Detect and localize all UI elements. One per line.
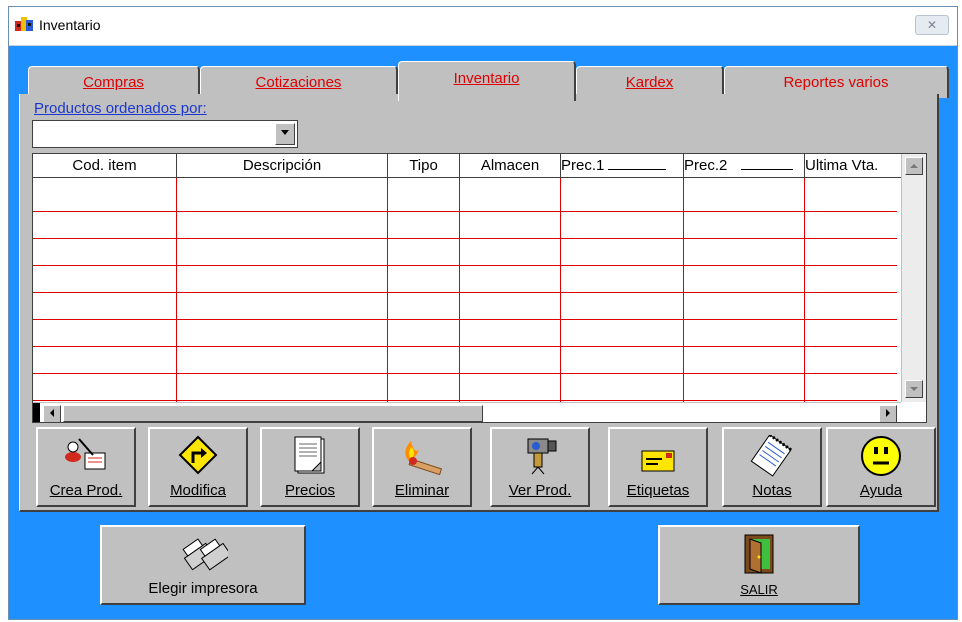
horizontal-scrollbar[interactable] (33, 402, 901, 422)
exit-door-icon (744, 534, 774, 574)
vertical-scrollbar[interactable] (901, 154, 926, 402)
sort-label: Productos ordenados por: (34, 100, 207, 117)
scroll-right-button[interactable] (879, 405, 897, 422)
scroll-up-button[interactable] (905, 157, 923, 175)
app-icon (15, 17, 33, 31)
turn-sign-icon (178, 435, 218, 475)
grid-line (33, 238, 897, 239)
button-label: Elegir impresora (148, 580, 258, 597)
column-header-descripcion[interactable]: Descripción (177, 154, 388, 178)
scroll-down-button[interactable] (905, 380, 923, 398)
grid-line (33, 346, 897, 347)
tab-label: Compras (83, 74, 144, 91)
window-title: Inventario (39, 17, 101, 33)
button-label: Ayuda (859, 482, 903, 499)
products-grid[interactable]: Cod. item Descripción Tipo Almacen Prec.… (32, 153, 927, 423)
tab-label: Kardex (625, 74, 674, 91)
column-header-ultima-vta[interactable]: Ultima Vta. (805, 154, 903, 178)
header-underline (608, 155, 667, 170)
column-header-cod-item[interactable]: Cod. item (33, 154, 177, 178)
column-header-tipo[interactable]: Tipo (388, 154, 460, 178)
column-header-prec2[interactable]: Prec.2 (684, 154, 805, 178)
grid-line (33, 211, 897, 212)
notas-button[interactable]: Notas (722, 427, 822, 507)
row-indicator (33, 403, 40, 422)
button-label: Eliminar (394, 482, 450, 499)
grid-line (33, 400, 897, 401)
sort-select[interactable] (32, 120, 298, 148)
tab-inventario[interactable]: Inventario (398, 61, 576, 101)
button-label: Etiquetas (626, 482, 690, 499)
tab-label: Cotizaciones (255, 74, 342, 91)
button-label: Precios (284, 482, 336, 499)
tab-label: Reportes varios (783, 74, 889, 91)
close-icon: ✕ (926, 18, 938, 32)
elegir-impresora-button[interactable]: Elegir impresora (100, 525, 306, 605)
button-label: Crea Prod. (49, 482, 123, 499)
grid-line (33, 265, 897, 266)
modifica-button[interactable]: Modifica (148, 427, 248, 507)
button-label: Modifica (170, 482, 226, 499)
etiquetas-button[interactable]: Etiquetas (608, 427, 708, 507)
ver-prod-button[interactable]: Ver Prod. (490, 427, 590, 507)
camera-icon (527, 438, 557, 475)
header-text: Prec.2 (684, 157, 728, 174)
printer-icon (182, 538, 228, 571)
salir-button[interactable]: SALIR (658, 525, 860, 605)
desktop-edge (0, 0, 8, 622)
grid-line (33, 373, 897, 374)
dropdown-button[interactable] (275, 123, 295, 145)
column-header-prec1[interactable]: Prec.1 (561, 154, 684, 178)
envelope-icon (641, 450, 675, 472)
button-label: Ver Prod. (508, 482, 572, 499)
eliminar-button[interactable]: Eliminar (372, 427, 472, 507)
match-fire-icon (405, 441, 443, 475)
header-underline (741, 155, 794, 170)
button-label: Notas (752, 482, 792, 499)
arrow-right-icon (886, 409, 890, 417)
arrow-down-icon (910, 387, 918, 391)
tab-label: Inventario (453, 70, 520, 87)
grid-line (33, 319, 897, 320)
notepad-icon (750, 435, 792, 477)
user-pen-icon (65, 438, 106, 470)
ayuda-button[interactable]: Ayuda (826, 427, 936, 507)
scroll-left-button[interactable] (43, 405, 61, 422)
scroll-thumb[interactable] (63, 405, 483, 422)
column-header-almacen[interactable]: Almacen (460, 154, 561, 178)
title-bar[interactable]: Inventario ✕ (9, 7, 957, 46)
precios-button[interactable]: Precios (260, 427, 360, 507)
smiley-icon (861, 436, 901, 476)
crea-prod-button[interactable]: Crea Prod. (36, 427, 136, 507)
chevron-down-icon (281, 130, 289, 135)
close-button[interactable]: ✕ (915, 15, 949, 35)
button-label: SALIR (740, 582, 778, 597)
grid-line (33, 292, 897, 293)
arrow-left-icon (50, 409, 54, 417)
arrow-up-icon (910, 164, 918, 168)
header-text: Prec.1 (561, 157, 605, 174)
document-stack-icon (294, 436, 325, 474)
